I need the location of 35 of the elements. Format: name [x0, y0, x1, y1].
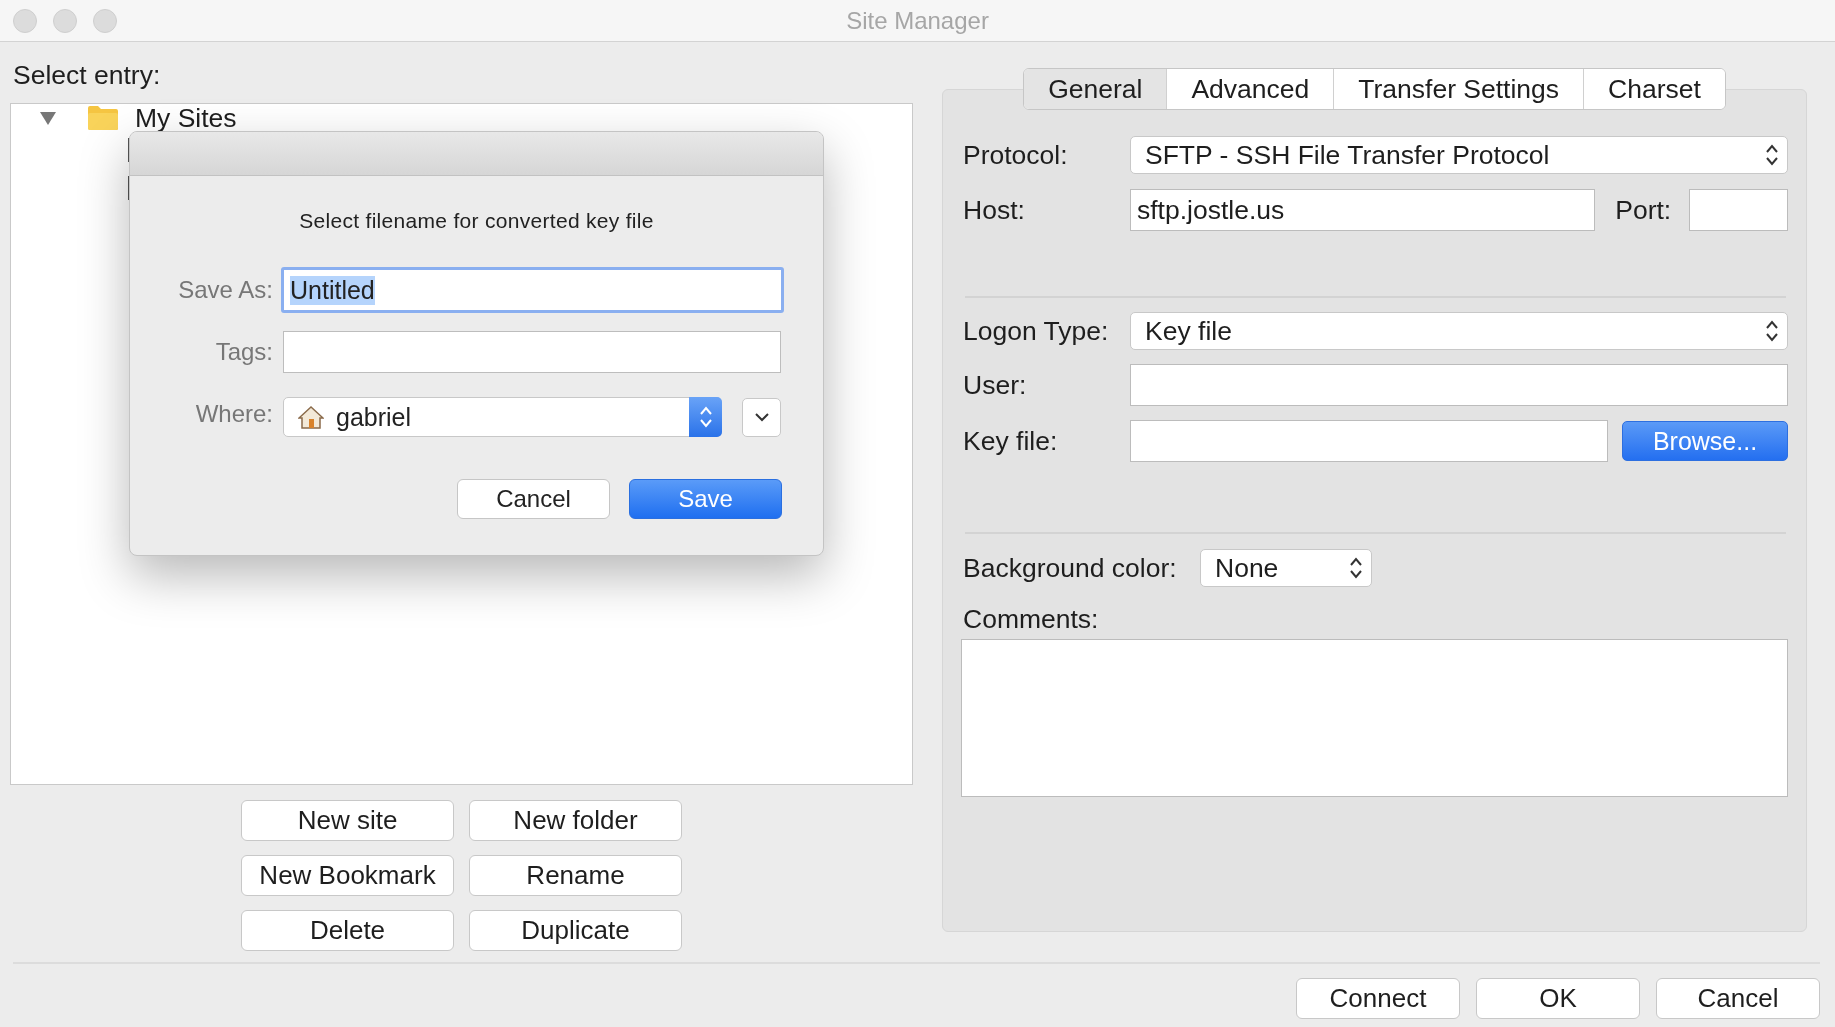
field-label: Host: [963, 194, 1026, 226]
window-title: Site Manager [846, 6, 989, 35]
tree-action-button[interactable]: New site [241, 800, 454, 841]
dialog-button[interactable]: Cancel [1656, 978, 1820, 1019]
dialog-button[interactable]: Cancel [457, 479, 610, 519]
tree-heading: Select entry: [13, 60, 161, 90]
tags-label: Tags: [215, 338, 273, 366]
logon-type-select[interactable]: Key file [1130, 312, 1788, 350]
protocol-select[interactable]: SFTP - SSH File Transfer Protocol [1130, 136, 1788, 174]
tree-item[interactable]: My Sites [135, 105, 237, 131]
dialog-button[interactable]: Save [629, 479, 782, 519]
field-label: Logon Type: [963, 315, 1110, 347]
tree-action-button[interactable]: Rename [469, 855, 682, 896]
field-label: User: [963, 369, 1028, 401]
tree-action-button[interactable]: Delete [241, 910, 454, 951]
field-label: Protocol: [963, 139, 1069, 171]
field-label: Comments: [963, 603, 1099, 635]
dialog-button[interactable]: OK [1476, 978, 1640, 1019]
save-as-label: Save As: [178, 276, 273, 304]
tree-action-button[interactable]: Duplicate [469, 910, 682, 951]
background-color-select[interactable]: None [1200, 549, 1372, 587]
save-as-field[interactable]: Untitled [281, 267, 784, 313]
tree-action-button[interactable]: New Bookmark [241, 855, 454, 896]
tree-action-button[interactable]: New folder [469, 800, 682, 841]
tab[interactable]: Charset [1583, 69, 1725, 109]
field-label: Port: [1615, 194, 1673, 226]
host-field[interactable]: sftp.jostle.us [1130, 189, 1596, 231]
dialog-button[interactable]: Connect [1296, 978, 1460, 1019]
where-label: Where: [195, 400, 273, 428]
field-label: Background color: [963, 552, 1178, 584]
dialog-message: Select filename for converted key file [299, 209, 654, 233]
browse-button[interactable]: Browse... [1622, 421, 1788, 461]
where-popup[interactable]: gabriel [283, 397, 722, 437]
field-label: Key file: [963, 425, 1059, 457]
tab[interactable]: General [1024, 69, 1167, 109]
